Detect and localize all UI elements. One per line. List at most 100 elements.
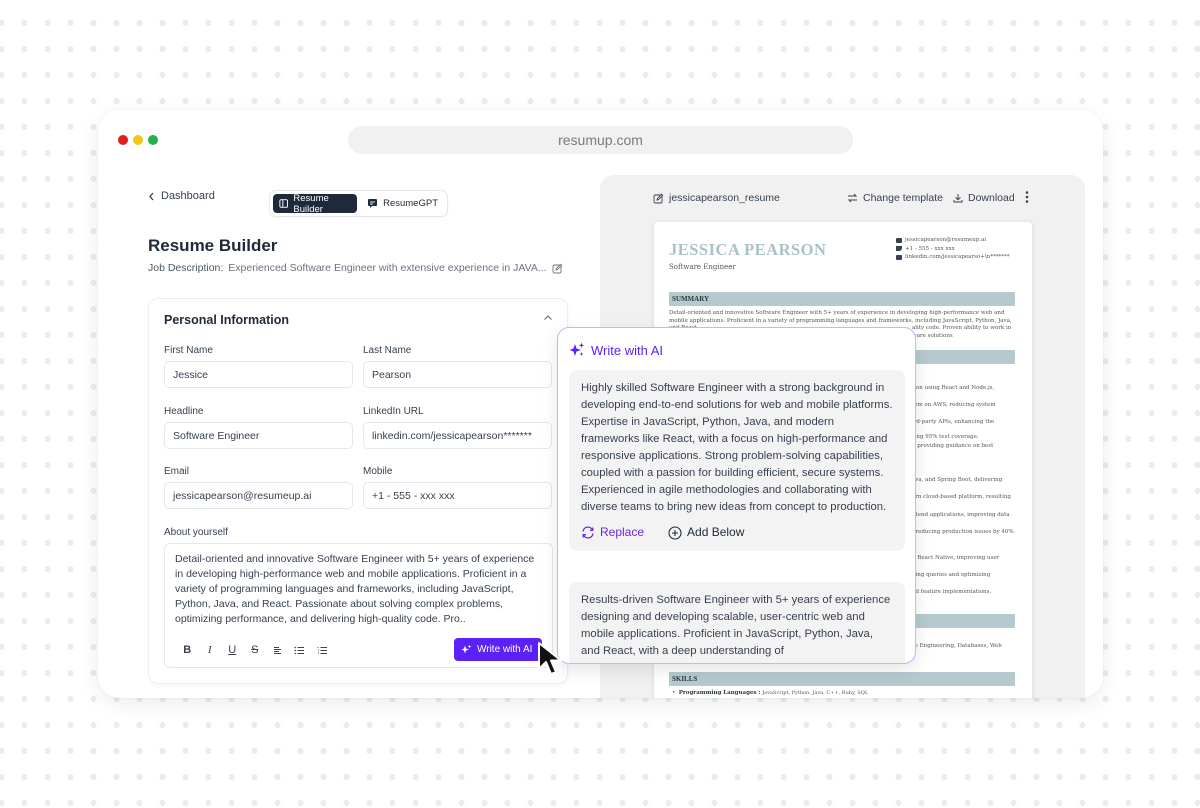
resume-experience-line: ava, and Spring Boot, delivering	[912, 477, 1003, 483]
ai-suggestion-card: Highly skilled Software Engineer with a …	[569, 370, 905, 551]
mouse-pointer-icon	[538, 642, 562, 675]
close-window-dot[interactable]	[118, 135, 128, 145]
replace-button[interactable]: Replace	[581, 524, 644, 541]
numbered-list-button[interactable]	[311, 642, 334, 658]
about-editor[interactable]: Detail-oriented and innovative Software …	[164, 543, 553, 668]
underline-button[interactable]: U	[221, 642, 244, 658]
tab-resume-builder[interactable]: Resume Builder	[273, 192, 358, 215]
resume-experience-line: ning queries and optimizing	[912, 572, 991, 578]
resume-experience-line: ntend applications, improving data	[912, 512, 1010, 518]
write-with-ai-button[interactable]: Write with AI	[454, 638, 542, 661]
skills-item-value: JavaScript, Python, Java, C++, Ruby, SQL	[762, 690, 869, 696]
chat-bubble-icon	[368, 199, 378, 208]
chevron-left-icon	[149, 192, 154, 200]
url-bar[interactable]: resumup.com	[348, 126, 853, 154]
file-name[interactable]: jessicapearson_resume	[653, 192, 780, 204]
layout-panel-icon	[279, 199, 289, 208]
resume-experience-line: g React Native, improving user	[912, 555, 1000, 561]
italic-button[interactable]: I	[199, 642, 222, 658]
personal-information-card: Personal Information First Name Jessice …	[148, 298, 568, 684]
ai-popup-title: Write with AI	[591, 342, 664, 358]
resume-experience-line: d providing guidance on best	[912, 443, 994, 449]
sparkles-icon	[461, 644, 472, 654]
page-title: Resume Builder	[148, 236, 278, 255]
tab-label: Resume Builder	[293, 192, 329, 215]
email-label: Email	[164, 466, 190, 477]
resume-section-skills: SKILLS	[669, 672, 1015, 686]
chevron-up-icon[interactable]	[543, 314, 553, 322]
ai-popup-header: Write with AI	[569, 342, 663, 358]
first-name-input[interactable]: Jessice	[164, 361, 353, 388]
resume-linkedin: linkedin.com/jessicapearso+\n*******	[905, 254, 1010, 260]
more-options-icon[interactable]	[1024, 190, 1030, 204]
resume-experience-line: ern cloud-based platform, resulting	[912, 494, 1011, 500]
download-label: Download	[968, 192, 1015, 204]
mail-icon	[896, 237, 902, 243]
resume-section-summary: SUMMARY	[669, 292, 1015, 306]
resume-name: JESSICA PEARSON	[669, 240, 827, 259]
mobile-input[interactable]: +1 - 555 - xxx xxx	[363, 482, 552, 509]
resume-experience-line: nd feature implementations.	[912, 589, 992, 595]
bold-button[interactable]: B	[176, 642, 199, 658]
ai-suggestion-text: Highly skilled Software Engineer with a …	[581, 382, 893, 513]
ai-suggestion-text: Results-driven Software Engineer with 5+…	[581, 594, 891, 657]
resume-experience-line: ring 95% test coverage.	[912, 434, 979, 440]
headline-input[interactable]: Software Engineer	[164, 422, 353, 449]
back-to-dashboard-link[interactable]: Dashboard	[148, 190, 215, 202]
resume-summary-line: ality code. Proven ability to work in	[912, 325, 1012, 331]
linkedin-icon	[896, 254, 902, 260]
about-textarea[interactable]: Detail-oriented and innovative Software …	[175, 552, 545, 627]
resume-contact: jessicapearson@resumeup.ai +1 - 555 - xx…	[896, 236, 1009, 262]
bullet: •	[672, 690, 679, 696]
format-toolbar: B I U S	[176, 642, 334, 658]
about-label: About yourself	[164, 527, 228, 538]
sparkles-icon	[569, 342, 585, 356]
swap-icon	[847, 193, 858, 203]
file-name-text: jessicapearson_resume	[669, 192, 780, 204]
last-name-label: Last Name	[363, 345, 412, 356]
replace-label: Replace	[600, 525, 645, 539]
change-template-label: Change template	[863, 192, 943, 204]
plus-circle-icon	[668, 525, 682, 540]
change-template-button[interactable]: Change template	[847, 192, 943, 204]
headline-label: Headline	[164, 406, 204, 417]
resume-experience-line: ird-party APIs, enhancing the	[912, 419, 995, 425]
edit-icon	[653, 193, 664, 203]
download-icon	[953, 194, 963, 203]
bullet-list-button[interactable]	[289, 642, 312, 658]
resume-experience-line: tem on AWS, reducing system	[912, 402, 996, 408]
first-name-label: First Name	[164, 345, 213, 356]
maximize-window-dot[interactable]	[148, 135, 158, 145]
download-button[interactable]: Download	[953, 192, 1015, 204]
align-left-button[interactable]	[266, 642, 289, 658]
mode-switcher: Resume Builder ResumeGPT	[269, 190, 448, 217]
resume-experience-line: tion using React and Node.js,	[912, 385, 995, 391]
last-name-input[interactable]: Pearson	[363, 361, 552, 388]
phone-icon	[896, 246, 902, 252]
linkedin-input[interactable]: linkedin.com/jessicapearson*******	[363, 422, 552, 449]
tab-resumegpt[interactable]: ResumeGPT	[361, 194, 444, 213]
edit-icon[interactable]	[552, 263, 563, 274]
strikethrough-button[interactable]: S	[244, 642, 267, 658]
resume-title: Software Engineer	[669, 263, 736, 271]
job-description-value: Experienced Software Engineer with exten…	[228, 262, 547, 274]
job-description-label: Job Description:	[148, 262, 224, 274]
skills-item-label: Programming Languages :	[678, 690, 761, 696]
resume-phone: +1 - 555 - xxx xxx	[905, 245, 955, 252]
tab-label: ResumeGPT	[383, 198, 438, 209]
resume-education-line: re Engineering, Databases, Web	[912, 643, 1002, 649]
add-below-label: Add Below	[687, 525, 745, 539]
linkedin-label: LinkedIn URL	[363, 406, 424, 417]
back-label: Dashboard	[161, 190, 215, 202]
numbered-list-icon	[317, 646, 327, 654]
section-title: Personal Information	[164, 313, 290, 327]
ai-suggestion-card: Results-driven Software Engineer with 5+…	[569, 582, 905, 663]
write-with-ai-label: Write with AI	[477, 644, 533, 655]
mobile-label: Mobile	[363, 466, 393, 477]
add-below-button[interactable]: Add Below	[668, 524, 744, 541]
job-description: Job Description: Experienced Software En…	[148, 262, 563, 274]
email-input[interactable]: jessicapearson@resumeup.ai	[164, 482, 353, 509]
url-text: resumup.com	[558, 132, 643, 148]
minimize-window-dot[interactable]	[133, 135, 143, 145]
write-with-ai-popup: Write with AI Highly skilled Software En…	[557, 327, 916, 664]
